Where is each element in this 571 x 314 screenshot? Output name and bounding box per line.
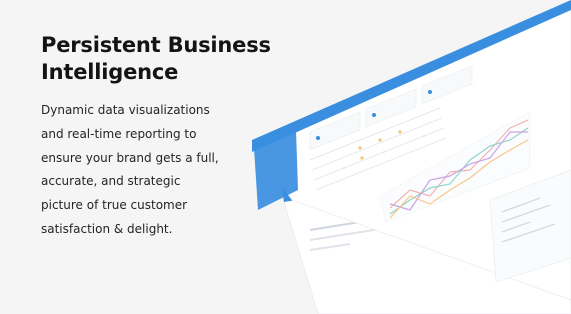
- dashboard-mockup-svg: [251, 0, 571, 314]
- dashboard-mockup-illustration: [240, 0, 571, 314]
